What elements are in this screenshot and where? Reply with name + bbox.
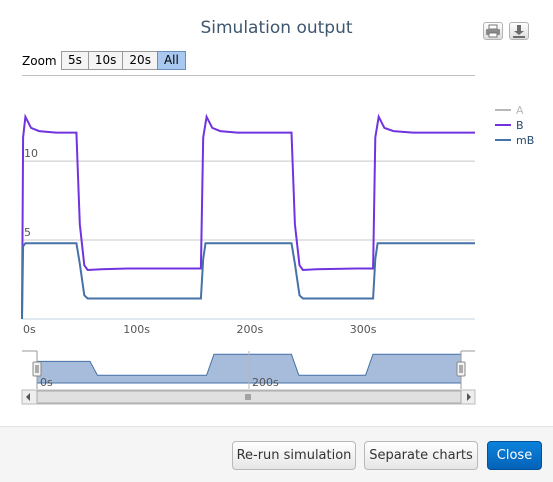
x-tick-label: 100s <box>123 323 150 336</box>
export-chart-button[interactable] <box>509 22 529 40</box>
legend-item-mB[interactable]: mB <box>516 134 534 147</box>
navigator[interactable]: 0s 200s <box>0 345 553 405</box>
zoom-10s-button[interactable]: 10s <box>87 51 124 70</box>
legend-item-B[interactable]: B <box>516 119 524 132</box>
series-line-mB <box>21 242 475 320</box>
y-tick-label: 10 <box>24 147 38 160</box>
navigator-right-handle[interactable] <box>456 361 466 377</box>
x-tick-label: 200s <box>237 323 264 336</box>
printer-icon <box>486 24 500 38</box>
toolbar-divider <box>22 75 475 76</box>
separate-charts-button[interactable]: Separate charts <box>364 441 478 470</box>
download-icon <box>513 25 525 38</box>
zoom-all-button[interactable]: All <box>156 51 186 70</box>
dialog-title: Simulation output <box>200 18 353 38</box>
zoom-5s-button[interactable]: 5s <box>61 51 89 70</box>
zoom-20s-button[interactable]: 20s <box>122 51 158 70</box>
series-line-B <box>21 113 475 320</box>
scrollbar-thumb[interactable] <box>36 390 462 404</box>
close-button[interactable]: Close <box>487 441 542 470</box>
navigator-scrollbar[interactable] <box>21 389 476 405</box>
x-tick-label: 0s <box>23 323 36 336</box>
navigator-tick-0s: 0s <box>40 376 53 389</box>
navigator-left-handle[interactable] <box>32 361 42 377</box>
zoom-label: Zoom <box>22 54 57 68</box>
legend-item-A[interactable]: A <box>516 104 524 117</box>
print-chart-button[interactable] <box>483 22 503 40</box>
simulation-dialog: Simulation output Zoom 5s 10s 20s All 5 1… <box>0 0 553 482</box>
y-tick-label: 5 <box>24 226 31 239</box>
x-tick-label: 300s <box>350 323 377 336</box>
navigator-tick-200s: 200s <box>252 376 279 389</box>
zoom-button-group: 5s 10s 20s All <box>61 51 186 70</box>
rerun-simulation-button[interactable]: Re-run simulation <box>232 441 356 470</box>
